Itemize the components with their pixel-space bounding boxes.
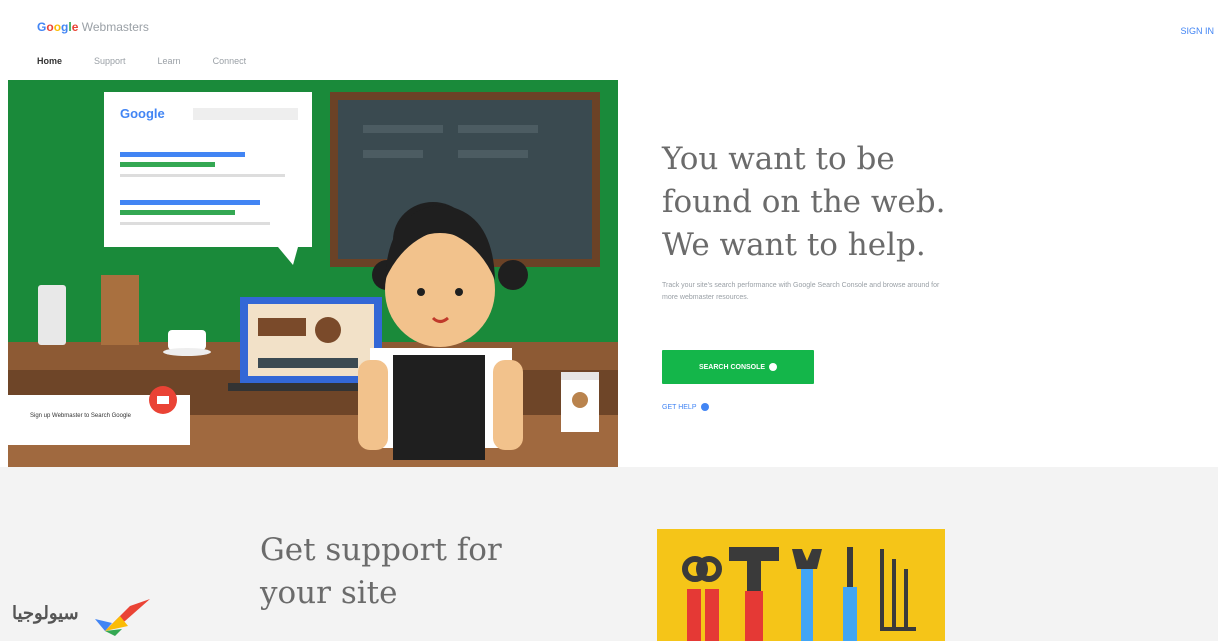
cafe-owner-illustration: Google Sign up Webmaster to Search Googl… <box>8 80 618 467</box>
brand-logo[interactable]: Google Webmasters <box>37 20 149 34</box>
product-name: Webmasters <box>81 20 149 34</box>
nav-support[interactable]: Support <box>94 56 126 66</box>
search-console-button[interactable]: SEARCH CONSOLE <box>662 350 814 384</box>
support-title-line-2: your site <box>260 575 398 611</box>
cta-label: SEARCH CONSOLE <box>698 363 766 371</box>
sign-in-link[interactable]: SIGN IN <box>1180 26 1214 36</box>
watermark-text: سيولوجيا <box>12 603 79 623</box>
headline-line-1: You want to be <box>662 141 895 177</box>
card-brand: Google <box>120 106 165 121</box>
support-title: Get support for your site <box>260 529 502 615</box>
headline-line-2: found on the web. <box>662 184 946 220</box>
hero-subtext: Track your site's search performance wit… <box>662 282 940 301</box>
watermark-logo: سيولوجيا <box>10 591 160 641</box>
tools-illustration <box>657 529 945 641</box>
nav-connect[interactable]: Connect <box>213 56 247 66</box>
headline-line-3: We want to help. <box>662 227 926 263</box>
arrow-icon <box>769 363 778 371</box>
support-section: Get support for your site سيولوجيا <box>0 467 1218 641</box>
google-wordmark: Google <box>37 20 79 34</box>
nav-learn[interactable]: Learn <box>158 56 181 66</box>
hero-content: You want to be found on the web. We want… <box>618 80 1218 467</box>
arrow-icon <box>700 403 709 411</box>
top-bar: Google Webmasters SIGN IN Home Support L… <box>0 0 1218 80</box>
get-help-label: GET HELP <box>662 403 697 411</box>
hero-headline: You want to be found on the web. We want… <box>662 138 945 267</box>
get-help-link[interactable]: GET HELP <box>662 403 709 411</box>
main-nav: Home Support Learn Connect <box>37 56 246 66</box>
support-title-line-1: Get support for <box>260 532 502 568</box>
toast-text: Sign up Webmaster to Search Google <box>30 413 132 419</box>
hero-illustration: Google Sign up Webmaster to Search Googl… <box>8 80 618 467</box>
nav-home[interactable]: Home <box>37 56 62 66</box>
tools-icon <box>657 529 945 641</box>
